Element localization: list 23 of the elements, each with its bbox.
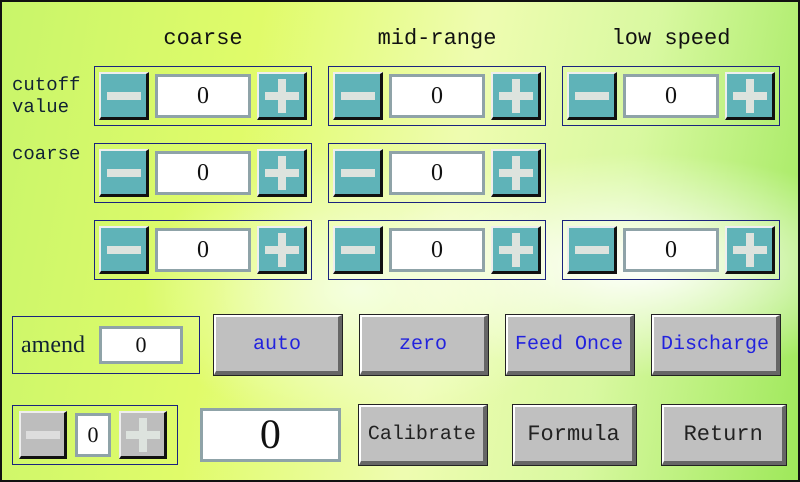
value-field[interactable]: 0 [155, 151, 251, 195]
value-field[interactable]: 0 [389, 228, 485, 272]
action-button[interactable]: Discharge [652, 315, 780, 375]
value-field[interactable]: 0 [155, 74, 251, 118]
nav-button[interactable]: Formula [512, 405, 636, 465]
value-field[interactable]: 0 [389, 151, 485, 195]
weight-display: 0 [200, 408, 342, 462]
nav-button[interactable]: Return [662, 405, 786, 465]
column-title: low speed [610, 26, 732, 51]
row-label: cutoff value [12, 74, 82, 118]
value-field[interactable]: 0 [623, 228, 719, 272]
value-field[interactable]: 0 [389, 74, 485, 118]
action-button[interactable]: Feed Once [506, 315, 634, 375]
column-title: coarse [162, 26, 244, 51]
nav-button[interactable]: Calibrate [359, 405, 487, 465]
amend-label: amend [21, 332, 85, 358]
column-title: mid-range [376, 26, 498, 51]
value-field[interactable]: 0 [623, 74, 719, 118]
amend-field[interactable]: 0 [98, 326, 183, 364]
action-button[interactable]: auto [214, 315, 342, 375]
row-label: coarse [12, 143, 82, 165]
action-button[interactable]: zero [360, 315, 488, 375]
value-field[interactable]: 0 [155, 228, 251, 272]
